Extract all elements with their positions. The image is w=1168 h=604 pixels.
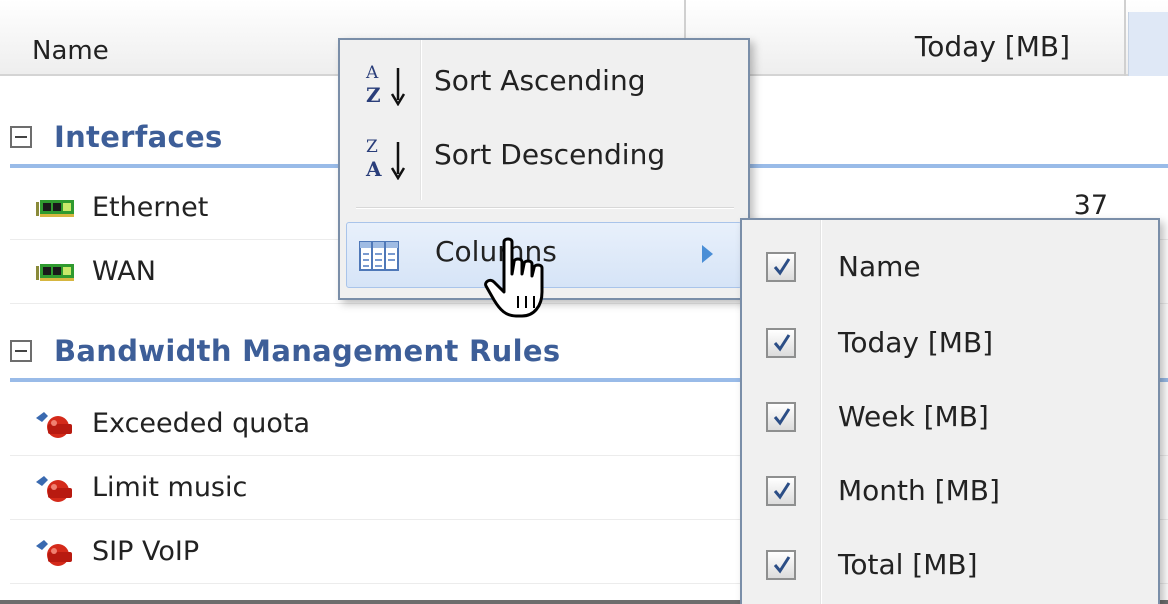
menu-separator [356,207,734,209]
column-toggle-label: Name [838,250,921,283]
checkbox-checked-icon[interactable] [766,476,796,506]
checkbox-checked-icon[interactable] [766,252,796,282]
collapse-toggle-icon[interactable] [10,340,32,362]
menu-item-sort-descending[interactable]: ZA Sort Descending [346,126,742,192]
columns-submenu: Name Today [MB] Week [MB] Month [MB] Tot… [740,218,1160,604]
column-toggle-total[interactable]: Total [MB] [748,528,1152,602]
row-name: SIP VoIP [92,536,200,567]
row-name: WAN [92,256,156,287]
bandwidth-rule-icon [36,540,72,566]
bandwidth-rule-icon [36,412,72,438]
menu-item-label: Sort Descending [434,138,666,171]
menu-item-sort-ascending[interactable]: AZ Sort Ascending [346,52,742,118]
column-header-today[interactable]: Today [MB] [688,0,1126,76]
row-name: Ethernet [92,192,209,223]
column-toggle-today[interactable]: Today [MB] [748,306,1152,380]
group-label: Interfaces [54,120,223,154]
column-toggle-month[interactable]: Month [MB] [748,454,1152,528]
checkbox-checked-icon[interactable] [766,328,796,358]
network-card-icon [36,200,74,217]
group-label: Bandwidth Management Rules [54,334,561,368]
column-header-today-label: Today [MB] [914,30,1070,63]
column-header-name-label: Name [32,36,109,66]
checkbox-checked-icon[interactable] [766,550,796,580]
column-toggle-label: Week [MB] [838,400,989,433]
submenu-arrow-icon [702,245,713,263]
row-name: Exceeded quota [92,408,311,439]
row-name: Limit music [92,472,248,503]
collapse-toggle-icon[interactable] [10,126,32,148]
column-header-menu-trigger[interactable] [1128,12,1168,76]
column-toggle-label: Month [MB] [838,474,1000,507]
column-toggle-name[interactable]: Name [748,230,1152,304]
sort-ascending-icon: AZ [360,56,408,112]
row-today-value: 37 [1073,190,1108,221]
columns-icon [359,241,399,271]
sort-descending-icon: ZA [360,130,408,186]
hand-pointer-cursor-icon [484,237,544,318]
bandwidth-rule-icon [36,476,72,502]
column-toggle-label: Today [MB] [838,326,994,359]
checkbox-checked-icon[interactable] [766,402,796,432]
column-toggle-label: Total [MB] [838,548,978,581]
menu-item-label: Sort Ascending [434,64,646,97]
column-toggle-week[interactable]: Week [MB] [748,380,1152,454]
network-card-icon [36,264,74,281]
